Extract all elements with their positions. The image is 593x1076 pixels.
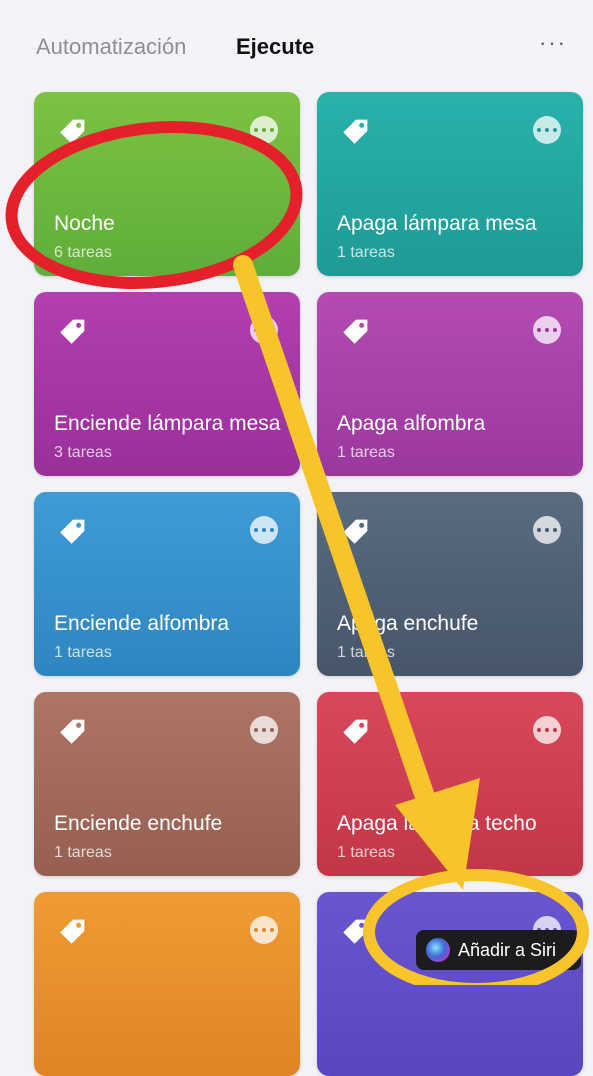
shortcut-card[interactable]: Enciende lámpara mesa 3 tareas <box>34 292 300 476</box>
ellipsis-menu-icon[interactable] <box>533 716 561 744</box>
tag-icon <box>60 919 85 944</box>
ellipsis-menu-icon[interactable] <box>533 316 561 344</box>
tag-icon <box>60 719 85 744</box>
shortcut-card[interactable]: Enciende enchufe 1 tareas <box>34 692 300 876</box>
shortcut-task-count: 6 tareas <box>54 244 112 261</box>
ellipsis-menu-icon[interactable] <box>533 516 561 544</box>
shortcut-card[interactable]: Apaga enchufe 1 tareas <box>317 492 583 676</box>
shortcut-task-count: 1 tareas <box>337 444 395 461</box>
shortcut-title: Apaga alfombra <box>337 412 486 435</box>
shortcut-title: Apaga lámpara techo <box>337 812 537 835</box>
tag-icon <box>343 919 368 944</box>
shortcut-title: Enciende alfombra <box>54 612 230 635</box>
shortcut-title: Noche <box>54 212 115 235</box>
ellipsis-menu-icon[interactable] <box>250 316 278 344</box>
shortcut-title: Enciende lámpara mesa <box>54 412 281 435</box>
tag-icon <box>60 519 85 544</box>
siri-icon <box>426 938 450 962</box>
ellipsis-menu-icon[interactable] <box>250 716 278 744</box>
ellipsis-menu-icon[interactable] <box>250 916 278 944</box>
ellipsis-menu-icon[interactable] <box>533 116 561 144</box>
shortcut-card[interactable] <box>317 892 583 1076</box>
shortcut-task-count: 1 tareas <box>54 644 112 661</box>
shortcut-task-count: 1 tareas <box>54 844 112 861</box>
tag-icon <box>343 519 368 544</box>
tag-icon <box>60 319 85 344</box>
shortcut-task-count: 3 tareas <box>54 444 112 461</box>
tab-automatizacion[interactable]: Automatización <box>36 34 186 60</box>
tag-icon <box>60 119 85 144</box>
tab-ejecute[interactable]: Ejecute <box>236 34 314 60</box>
shortcut-card[interactable] <box>34 892 300 1076</box>
shortcut-title: Enciende enchufe <box>54 812 223 835</box>
shortcut-task-count: 1 tareas <box>337 244 395 261</box>
header-bar: Automatización Ejecute ··· <box>0 0 593 90</box>
shortcut-card[interactable]: Apaga lámpara mesa 1 tareas <box>317 92 583 276</box>
shortcut-title: Apaga lámpara mesa <box>337 212 537 235</box>
add-to-siri-button[interactable]: Añadir a Siri <box>416 930 581 970</box>
tag-icon <box>343 119 368 144</box>
more-options-icon[interactable]: ··· <box>539 30 567 56</box>
shortcut-card[interactable]: Apaga alfombra 1 tareas <box>317 292 583 476</box>
shortcut-card[interactable]: Noche 6 tareas <box>34 92 300 276</box>
ellipsis-menu-icon[interactable] <box>250 116 278 144</box>
shortcut-task-count: 1 tareas <box>337 644 395 661</box>
add-to-siri-label: Añadir a Siri <box>458 939 557 960</box>
shortcut-card[interactable]: Apaga lámpara techo 1 tareas <box>317 692 583 876</box>
shortcut-card[interactable]: Enciende alfombra 1 tareas <box>34 492 300 676</box>
tag-icon <box>343 319 368 344</box>
shortcut-task-count: 1 tareas <box>337 844 395 861</box>
ellipsis-menu-icon[interactable] <box>250 516 278 544</box>
tag-icon <box>343 719 368 744</box>
shortcut-title: Apaga enchufe <box>337 612 479 635</box>
